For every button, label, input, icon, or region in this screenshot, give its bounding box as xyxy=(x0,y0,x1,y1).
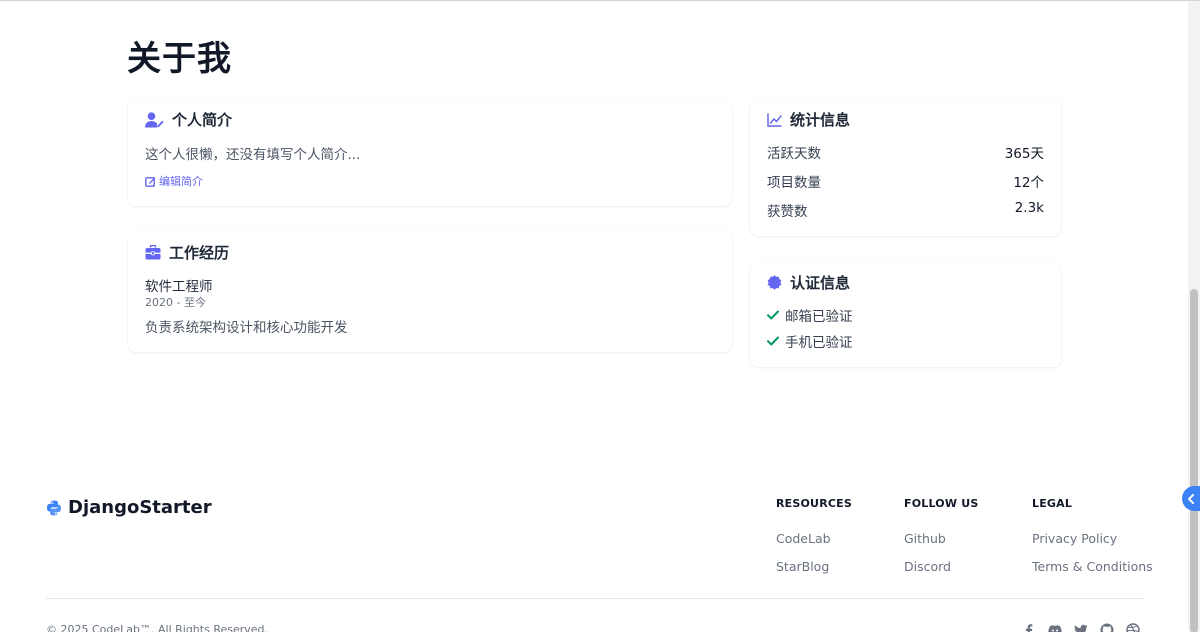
briefcase-icon xyxy=(145,245,161,260)
about-card-header: 个人简介 xyxy=(145,109,232,130)
user-pen-icon xyxy=(145,111,164,127)
edit-bio-link[interactable]: 编辑简介 xyxy=(145,173,203,189)
footer-link-privacy-policy[interactable]: Privacy Policy xyxy=(1032,531,1153,546)
brand-name: DjangoStarter xyxy=(68,497,212,518)
edit-icon xyxy=(145,176,156,187)
verify-item-label: 邮箱已验证 xyxy=(785,309,853,325)
footer-brand[interactable]: DjangoStarter xyxy=(46,497,212,518)
verification-card-header: 认证信息 xyxy=(767,272,850,293)
about-card: 个人简介 这个人很懒，还没有填写个人简介... 编辑简介 xyxy=(128,99,732,206)
copyright-text: © 2025 CodeLab™. All Rights Reserved. xyxy=(46,623,269,632)
job-description: 负责系统架构设计和核心功能开发 xyxy=(145,320,348,336)
stat-label: 活跃天数 xyxy=(767,146,821,162)
footer-column-heading: LEGAL xyxy=(1032,497,1073,510)
social-links xyxy=(1022,622,1140,632)
twitter-icon[interactable] xyxy=(1074,622,1088,632)
footer-link-codelab[interactable]: CodeLab xyxy=(776,531,852,546)
verify-item-email: 邮箱已验证 xyxy=(767,305,853,325)
stat-row-projects: 项目数量 12个 xyxy=(767,171,1044,191)
work-card: 工作经历 软件工程师 2020 - 至今 负责系统架构设计和核心功能开发 xyxy=(128,231,732,352)
facebook-icon[interactable] xyxy=(1022,622,1036,632)
stats-card: 统计信息 活跃天数 365天 项目数量 12个 获赞数 2.3k xyxy=(750,99,1061,236)
stat-value: 365天 xyxy=(1004,146,1044,162)
footer-link-github[interactable]: Github xyxy=(904,531,978,546)
sidebar-toggle-button[interactable] xyxy=(1182,486,1200,511)
job-period: 2020 - 至今 xyxy=(145,296,206,309)
stat-label: 项目数量 xyxy=(767,175,821,191)
stats-card-title: 统计信息 xyxy=(790,111,851,129)
stat-row-likes: 获赞数 2.3k xyxy=(767,200,1044,220)
scrollbar-thumb[interactable] xyxy=(1190,289,1198,632)
footer-link-terms[interactable]: Terms & Conditions xyxy=(1032,559,1153,574)
verify-item-phone: 手机已验证 xyxy=(767,331,853,351)
badge-check-icon xyxy=(767,275,782,290)
check-icon xyxy=(767,336,779,346)
stats-card-header: 统计信息 xyxy=(767,109,850,130)
edit-bio-label: 编辑简介 xyxy=(159,175,203,188)
footer-column-legal: LEGAL Privacy Policy Terms & Conditions xyxy=(1032,497,1153,574)
python-icon xyxy=(47,500,61,515)
job-title: 软件工程师 xyxy=(145,279,213,295)
page-scrollbar[interactable] xyxy=(1188,1,1200,632)
verification-card: 认证信息 邮箱已验证 手机已验证 xyxy=(750,263,1061,367)
github-icon[interactable] xyxy=(1100,622,1114,632)
stat-row-active-days: 活跃天数 365天 xyxy=(767,142,1044,162)
about-card-title: 个人简介 xyxy=(172,111,233,129)
discord-icon[interactable] xyxy=(1048,622,1062,632)
footer-column-follow-us: FOLLOW US Github Discord xyxy=(904,497,978,574)
stat-label: 获赞数 xyxy=(767,204,808,220)
footer-column-resources: RESOURCES CodeLab StarBlog xyxy=(776,497,852,574)
footer-column-heading: FOLLOW US xyxy=(904,497,979,510)
stat-value: 12个 xyxy=(1013,175,1044,191)
verify-item-label: 手机已验证 xyxy=(785,335,853,351)
bio-text: 这个人很懒，还没有填写个人简介... xyxy=(145,147,361,163)
work-card-title: 工作经历 xyxy=(169,244,230,262)
footer-divider xyxy=(46,598,1144,599)
footer-link-discord[interactable]: Discord xyxy=(904,559,978,574)
dribbble-icon[interactable] xyxy=(1126,622,1140,632)
footer-column-heading: RESOURCES xyxy=(776,497,852,510)
work-card-header: 工作经历 xyxy=(145,242,229,263)
footer-link-starblog[interactable]: StarBlog xyxy=(776,559,852,574)
check-icon xyxy=(767,310,779,320)
stat-value: 2.3k xyxy=(1014,200,1044,216)
chart-line-icon xyxy=(767,113,782,127)
page-title: 关于我 xyxy=(127,39,232,79)
chevron-left-icon xyxy=(1188,493,1194,504)
verification-card-title: 认证信息 xyxy=(790,274,851,292)
